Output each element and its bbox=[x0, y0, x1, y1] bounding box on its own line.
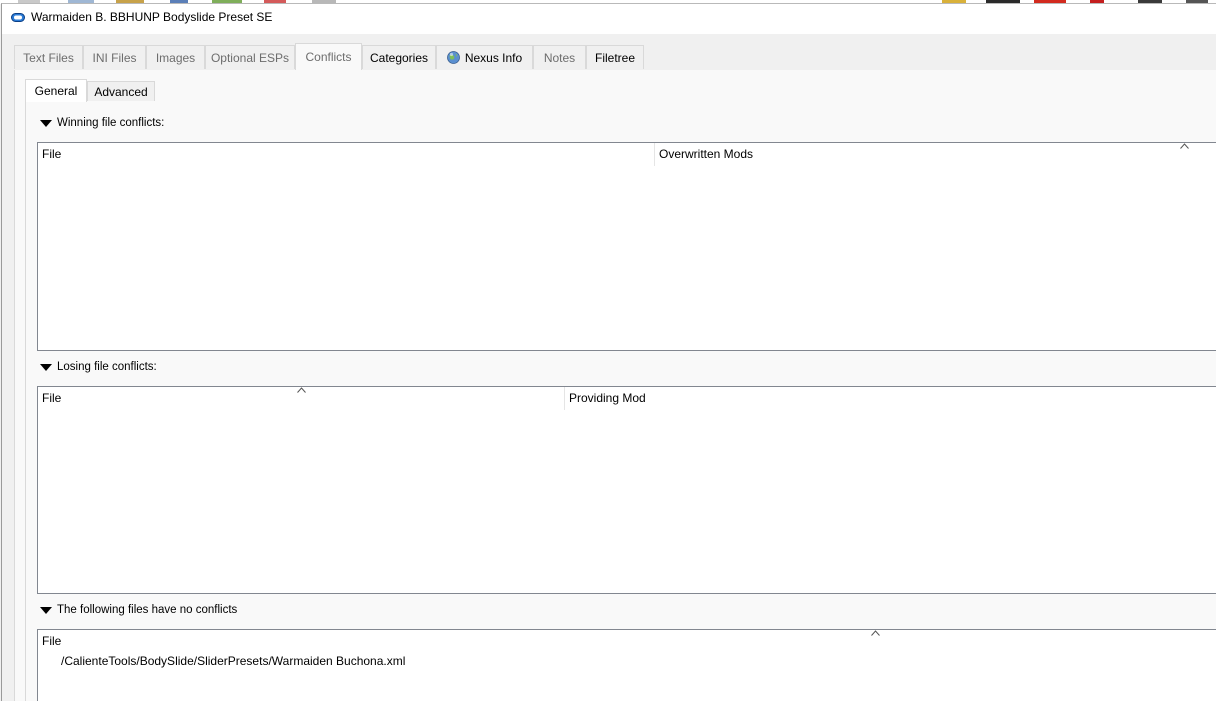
losing-conflicts-toggle[interactable]: Losing file conflicts: bbox=[40, 359, 157, 375]
tab-text-files[interactable]: Text Files bbox=[14, 45, 83, 69]
general-panel: Winning file conflicts: File Overwritten… bbox=[25, 102, 1216, 701]
winning-conflicts-toggle[interactable]: Winning file conflicts: bbox=[40, 115, 164, 131]
tab-label: Nexus Info bbox=[464, 50, 523, 65]
tab-images[interactable]: Images bbox=[146, 45, 205, 69]
tab-optional-esps[interactable]: Optional ESPs bbox=[205, 45, 295, 69]
title-bar[interactable]: Warmaiden B. BBHUNP Bodyslide Preset SE bbox=[2, 4, 1216, 34]
tab-filetree[interactable]: Filetree bbox=[586, 45, 644, 69]
tab-label: INI Files bbox=[92, 50, 137, 65]
collapse-triangle-icon bbox=[40, 363, 52, 371]
winning-conflicts-list[interactable]: File Overwritten Mods bbox=[37, 142, 1216, 351]
sort-ascending-icon bbox=[297, 387, 306, 393]
losing-conflicts-list[interactable]: File Providing Mod bbox=[37, 386, 1216, 594]
losing-conflicts-heading: Losing file conflicts: bbox=[57, 361, 157, 373]
tab-label: Images bbox=[155, 50, 196, 65]
collapse-triangle-icon bbox=[40, 119, 52, 127]
screen: Warmaiden B. BBHUNP Bodyslide Preset SE … bbox=[0, 0, 1216, 701]
tab-label: Text Files bbox=[23, 50, 74, 65]
subtab-label: Advanced bbox=[94, 84, 148, 99]
column-header-overwritten-mods[interactable]: Overwritten Mods bbox=[655, 143, 1215, 166]
subtab-general[interactable]: General bbox=[25, 79, 87, 102]
no-conflicts-list[interactable]: File /CalienteTools/BodySlide/SliderPres… bbox=[37, 629, 1216, 701]
sort-ascending-icon bbox=[1180, 143, 1189, 149]
column-header-file[interactable]: File bbox=[38, 143, 654, 166]
subtab-label: General bbox=[34, 84, 78, 98]
file-path: /CalienteTools/BodySlide/SliderPresets/W… bbox=[61, 654, 406, 668]
app-icon bbox=[11, 13, 25, 22]
subtab-advanced[interactable]: Advanced bbox=[87, 81, 155, 101]
tab-nexus-info[interactable]: Nexus Info bbox=[436, 45, 533, 69]
no-conflicts-heading: The following files have no conflicts bbox=[57, 604, 238, 616]
globe-icon bbox=[446, 51, 460, 64]
tab-label: Notes bbox=[543, 50, 576, 65]
window-title: Warmaiden B. BBHUNP Bodyslide Preset SE bbox=[31, 10, 273, 24]
collapse-triangle-icon bbox=[40, 606, 52, 614]
tab-label: Filetree bbox=[594, 50, 635, 65]
tab-categories[interactable]: Categories bbox=[362, 45, 436, 69]
tab-conflicts[interactable]: Conflicts bbox=[295, 43, 362, 70]
tab-label: Categories bbox=[369, 50, 429, 65]
no-conflicts-toggle[interactable]: The following files have no conflicts bbox=[40, 602, 237, 618]
column-header-providing-mod[interactable]: Providing Mod bbox=[565, 387, 1215, 410]
tab-label: Optional ESPs bbox=[210, 50, 290, 65]
tab-ini-files[interactable]: INI Files bbox=[83, 45, 146, 69]
conflicts-subtab-bar: General Advanced bbox=[25, 79, 1216, 103]
mod-info-window: Warmaiden B. BBHUNP Bodyslide Preset SE … bbox=[1, 3, 1216, 701]
column-header-file[interactable]: File bbox=[38, 630, 1215, 653]
main-tab-bar: Text Files INI Files Images Optional ESP… bbox=[14, 43, 1216, 71]
file-row[interactable]: /CalienteTools/BodySlide/SliderPresets/W… bbox=[38, 651, 1216, 671]
tab-label: Conflicts bbox=[305, 50, 352, 64]
winning-conflicts-heading: Winning file conflicts: bbox=[57, 117, 165, 129]
conflicts-tab-panel: General Advanced Winning file conflicts:… bbox=[14, 70, 1216, 701]
tab-notes[interactable]: Notes bbox=[533, 45, 586, 69]
sort-ascending-icon bbox=[871, 630, 880, 636]
